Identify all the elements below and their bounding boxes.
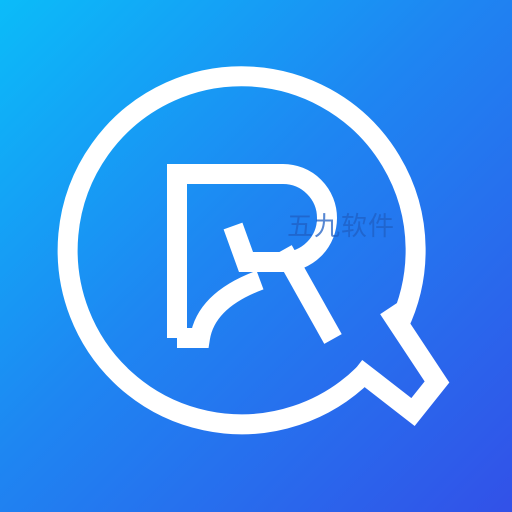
- letter-r-icon: [167, 164, 342, 348]
- app-icon: 五九软件: [0, 0, 512, 512]
- magnifier-handle-icon: [349, 303, 450, 426]
- logo-mark: [57, 66, 450, 435]
